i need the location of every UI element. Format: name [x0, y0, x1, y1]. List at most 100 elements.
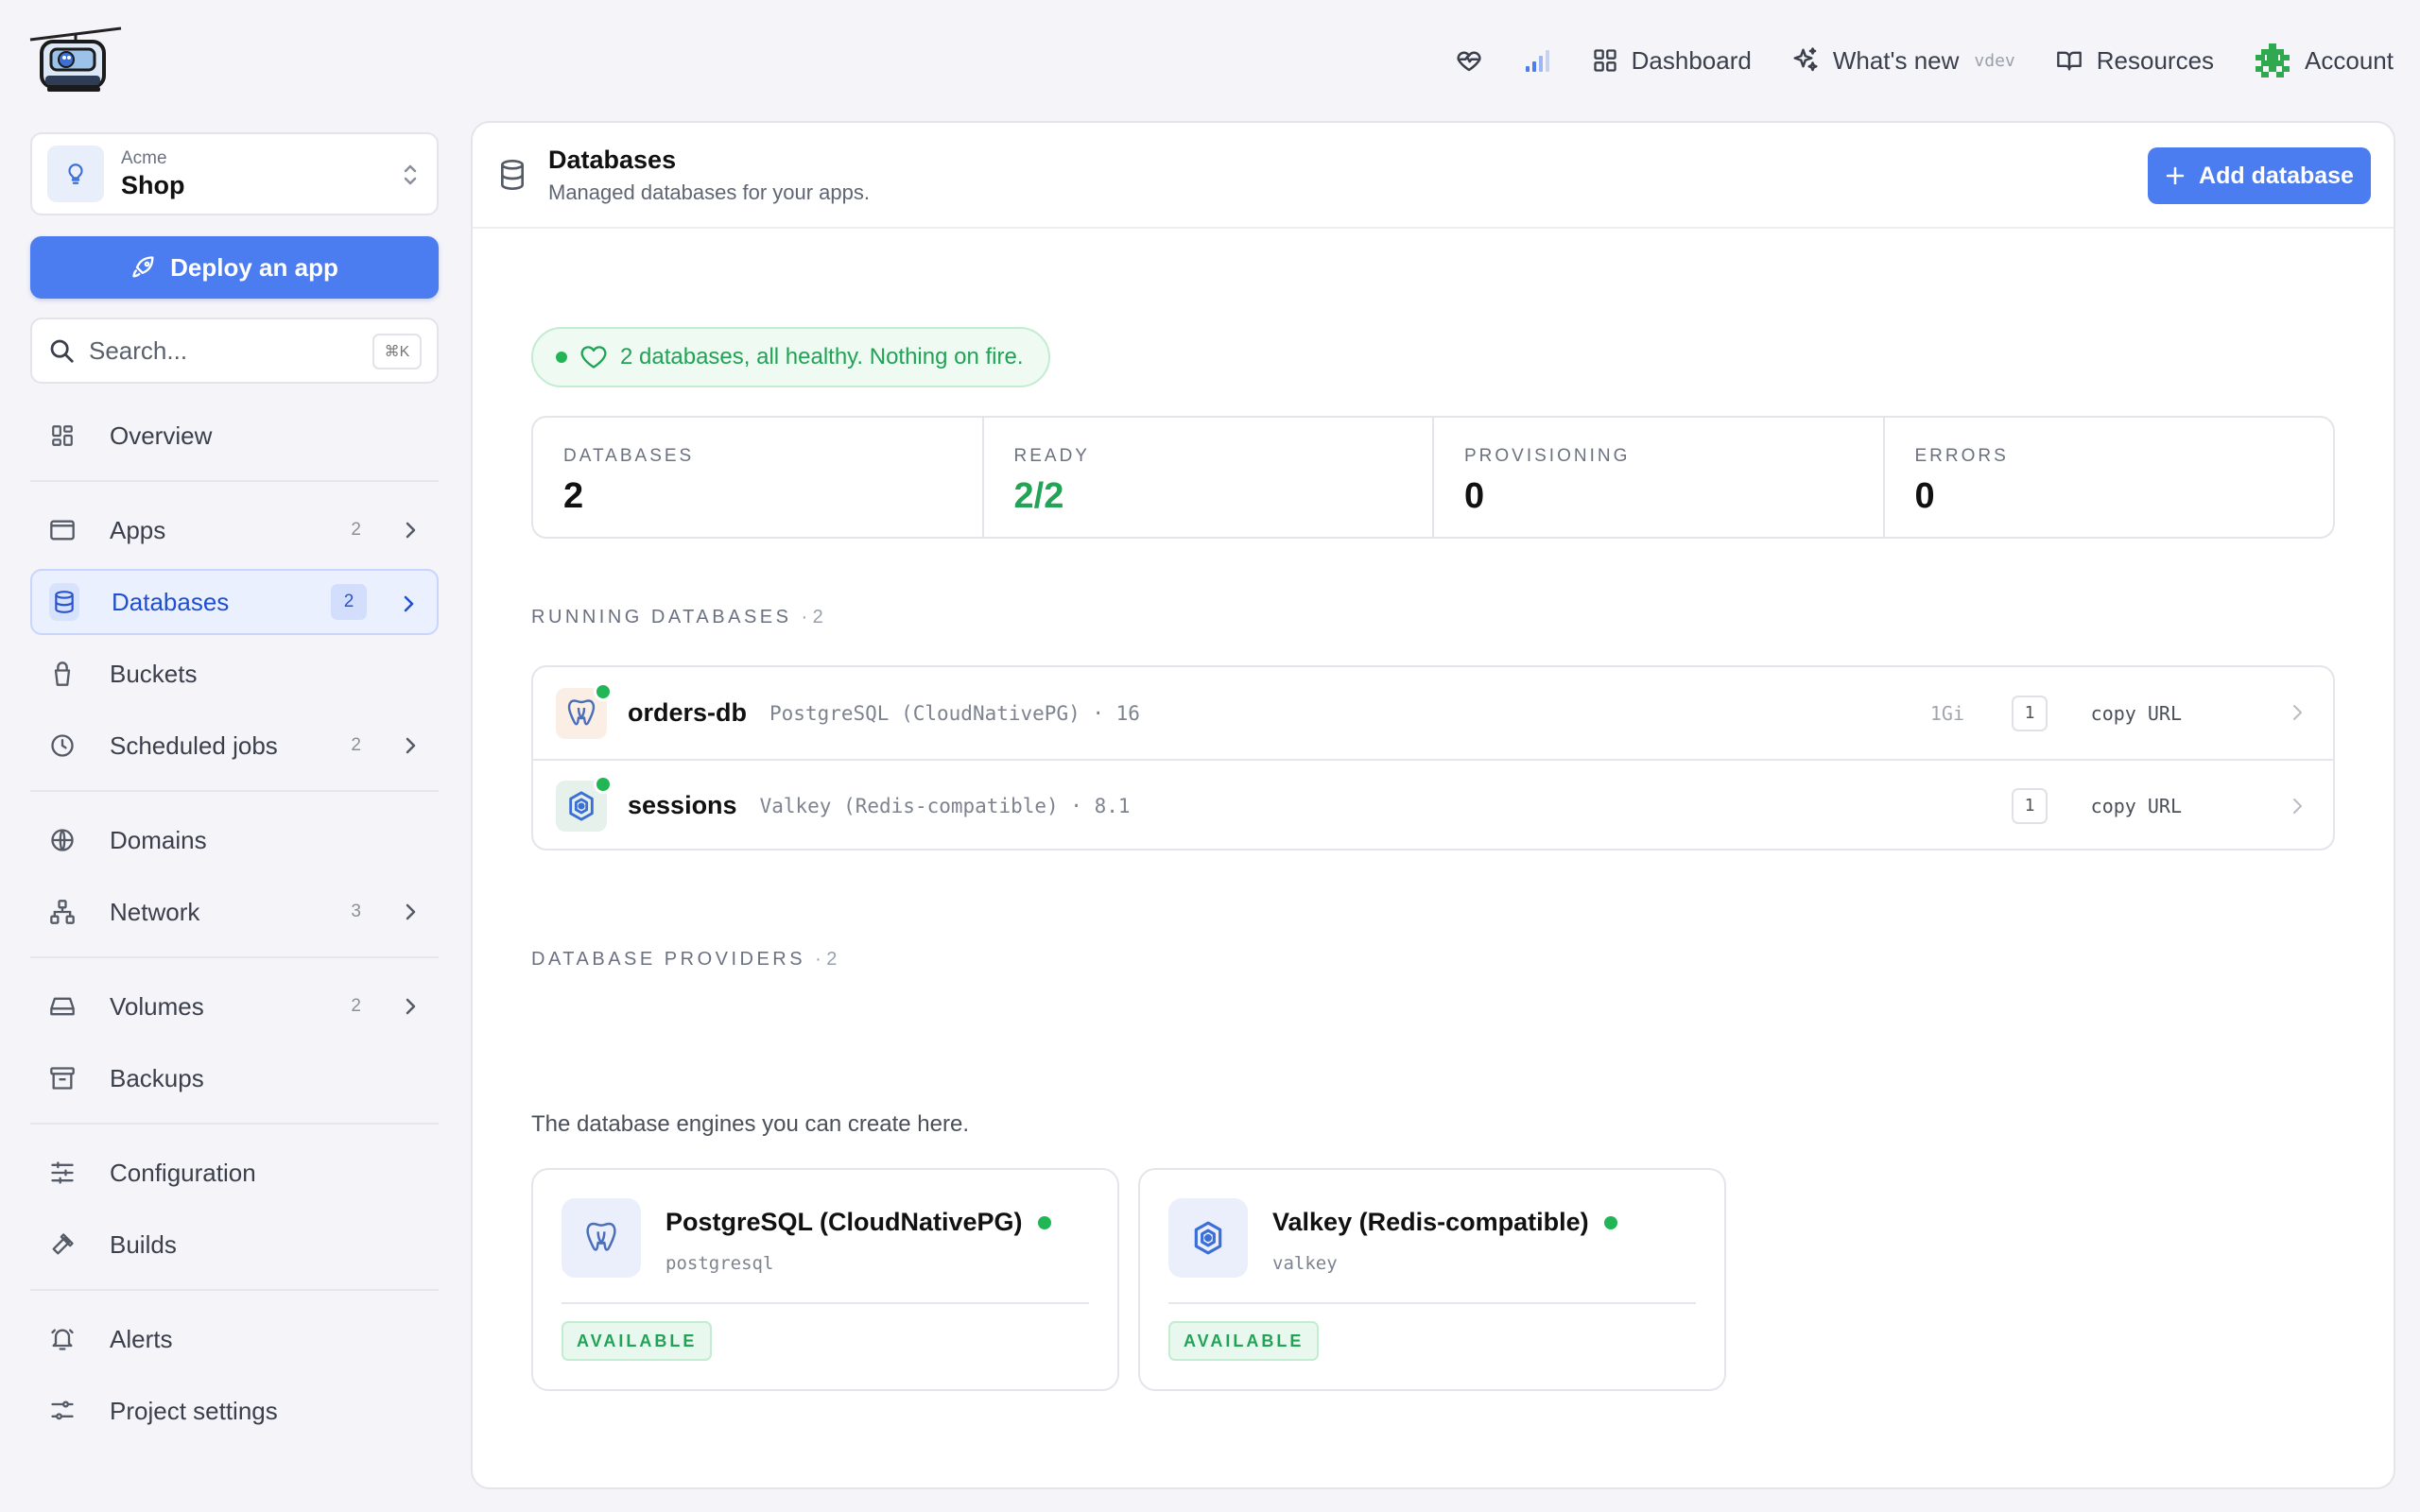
table-row[interactable]: orders-db PostgreSQL (CloudNativePG) · 1… [533, 667, 2333, 759]
replica-count: 1 [2012, 695, 2048, 731]
sidebar-item-builds[interactable]: Builds [30, 1211, 439, 1278]
database-providers-heading: DATABASE PROVIDERS · 2 [531, 949, 837, 971]
sliders-icon [47, 1160, 78, 1185]
sidebar-item-overview[interactable]: Overview [30, 403, 439, 469]
sidebar-item-label: Backups [110, 1063, 204, 1092]
live-status-dot [594, 774, 613, 794]
valkey-icon [1168, 1198, 1248, 1278]
section-count: · 2 [815, 949, 838, 970]
stat-ready: READY 2/2 [984, 418, 1434, 537]
section-title: DATABASE PROVIDERS [531, 949, 806, 970]
count-badge: 2 [351, 735, 361, 755]
sidebar-item-domains[interactable]: Domains [30, 807, 439, 873]
divider [30, 956, 439, 958]
dashboard-link[interactable]: Dashboard [1592, 46, 1752, 76]
health-message: 2 databases, all healthy. Nothing on fir… [620, 344, 1024, 369]
dashboard-grid-icon [47, 423, 78, 448]
sidebar-item-label: Volumes [110, 991, 204, 1021]
sidebar-item-project-settings[interactable]: Project settings [30, 1378, 439, 1444]
status-badge: AVAILABLE [1168, 1321, 1320, 1361]
count-badge: 3 [351, 902, 361, 921]
sidebar-item-label: Builds [110, 1229, 177, 1259]
resources-link[interactable]: Resources [2055, 46, 2214, 76]
sidebar-item-scheduled-jobs[interactable]: Scheduled jobs 2 [30, 713, 439, 779]
network-icon [47, 899, 78, 925]
clock-icon [47, 732, 78, 759]
hard-drive-icon [47, 995, 78, 1018]
sidebar-item-apps[interactable]: Apps 2 [30, 497, 439, 563]
book-open-icon [2056, 51, 2082, 71]
globe-icon [47, 827, 78, 853]
stat-errors: ERRORS 0 [1885, 418, 2334, 537]
health-status-pill: 2 databases, all healthy. Nothing on fir… [531, 327, 1050, 387]
database-icon [501, 159, 524, 191]
add-database-label: Add database [2199, 162, 2354, 189]
sidebar-item-databases[interactable]: Databases 2 [30, 569, 439, 635]
sidebar: Acme Shop Deploy an app ⌘K Overview Apps… [30, 132, 439, 1450]
divider [562, 1302, 1089, 1304]
sidebar-item-label: Overview [110, 421, 213, 450]
stat-provisioning: PROVISIONING 0 [1434, 418, 1885, 537]
sidebar-item-volumes[interactable]: Volumes 2 [30, 973, 439, 1040]
sparkles-icon [1793, 47, 1818, 72]
add-database-button[interactable]: Add database [2148, 147, 2371, 204]
sidebar-item-label: Domains [110, 825, 207, 854]
postgresql-icon [556, 681, 613, 739]
database-icon [49, 583, 79, 621]
database-name: orders-db [628, 698, 748, 727]
page-title: Databases [548, 145, 677, 174]
chevron-right-icon [406, 998, 416, 1015]
settings-icon [47, 1399, 78, 1423]
stats-summary: DATABASES 2 READY 2/2 PROVISIONING 0 ERR… [531, 416, 2335, 539]
sidebar-item-buckets[interactable]: Buckets [30, 641, 439, 707]
app-window-icon [47, 519, 78, 541]
copy-url-button[interactable]: copy URL [2091, 702, 2182, 725]
postgresql-icon [562, 1198, 641, 1278]
count-badge: 2 [351, 520, 361, 540]
sidebar-item-label: Scheduled jobs [110, 730, 278, 760]
running-databases-heading: RUNNING DATABASES · 2 [531, 607, 823, 628]
sidebar-item-network[interactable]: Network 3 [30, 879, 439, 945]
valkey-icon [556, 774, 613, 832]
search-box: ⌘K [30, 318, 439, 384]
copy-url-button[interactable]: copy URL [2091, 795, 2182, 817]
chevron-right-icon [406, 522, 416, 539]
sidebar-nav: Overview Apps 2 Databases 2 Buckets Sche… [30, 403, 439, 1444]
heart-icon [580, 346, 607, 369]
status-dot [556, 352, 567, 363]
provider-card-postgresql[interactable]: PostgreSQL (CloudNativePG) postgresql AV… [531, 1168, 1119, 1391]
deploy-app-button[interactable]: Deploy an app [30, 236, 439, 299]
live-status-dot [594, 681, 613, 701]
signal-bars-icon [1525, 50, 1549, 72]
sidebar-item-label: Network [110, 897, 200, 926]
health-link[interactable] [1454, 46, 1484, 75]
sidebar-item-backups[interactable]: Backups [30, 1045, 439, 1111]
sidebar-item-configuration[interactable]: Configuration [30, 1140, 439, 1206]
page-subtitle: Managed databases for your apps. [548, 180, 871, 204]
signal-link[interactable] [1524, 47, 1552, 74]
lightbulb-icon [47, 146, 104, 202]
chevron-right-icon [406, 903, 416, 920]
divider [30, 1289, 439, 1291]
app-logo[interactable] [28, 26, 123, 94]
provider-name: Valkey (Redis-compatible) [1272, 1208, 1617, 1237]
whats-new-link[interactable]: What's new vdev [1791, 46, 2015, 76]
table-row[interactable]: sessions Valkey (Redis-compatible) · 8.1… [533, 759, 2333, 850]
grid-icon [1593, 49, 1616, 72]
status-dot [1603, 1215, 1617, 1229]
account-label: Account [2305, 45, 2394, 75]
search-input[interactable] [89, 335, 354, 366]
stat-label: READY [1013, 446, 1090, 466]
provider-card-valkey[interactable]: Valkey (Redis-compatible) valkey AVAILAB… [1138, 1168, 1726, 1391]
database-engine: Valkey (Redis-compatible) · 8.1 [759, 794, 1131, 817]
running-databases-list: orders-db PostgreSQL (CloudNativePG) · 1… [531, 665, 2335, 850]
dashboard-label: Dashboard [1631, 45, 1752, 75]
sidebar-item-label: Project settings [110, 1396, 278, 1425]
database-engine: PostgreSQL (CloudNativePG) · 16 [769, 701, 1140, 725]
sidebar-item-alerts[interactable]: Alerts [30, 1306, 439, 1372]
account-link[interactable]: Account [2254, 42, 2394, 79]
whats-new-label: What's new [1832, 45, 1960, 75]
provider-id: valkey [1272, 1253, 1338, 1274]
project-switcher[interactable]: Acme Shop [30, 132, 439, 215]
plus-icon [2166, 166, 2185, 185]
